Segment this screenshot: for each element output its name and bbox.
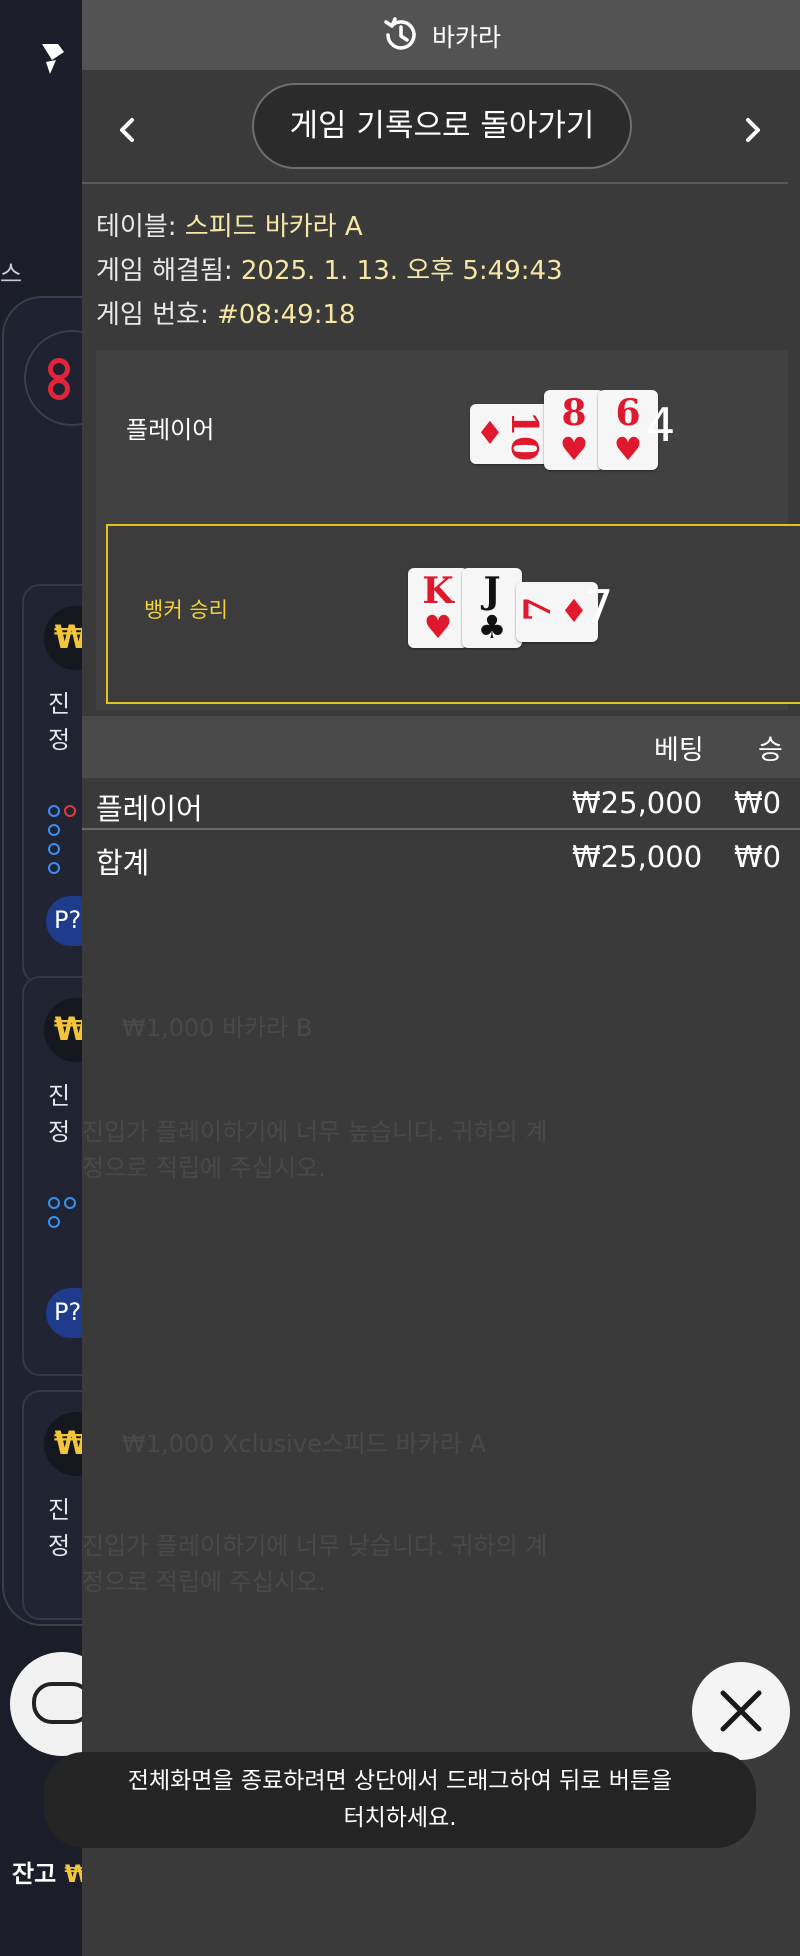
bet-row-win: ₩0 [734,786,782,820]
back-to-history-button[interactable]: 게임 기록으로 돌아가기 [252,83,632,169]
fullscreen-hint-toast: 전체화면을 종료하려면 상단에서 드래그하여 뒤로 버튼을 터치하세요. [44,1752,756,1848]
game-history-detail-panel: 바카라 게임 기록으로 돌아가기 테이블: 스피드 바카라 A 게임 해결됨: … [82,0,800,1956]
player-card-1: ♦ 10 [470,404,552,464]
resolved-time-info: 게임 해결됨: 2025. 1. 13. 오후 5:49:43 [96,256,563,286]
bet-row-amount: ₩25,000 [572,786,703,820]
roadmap-ring-icon [48,378,70,400]
ghost-text: 진입가 플레이하기에 너무 낮습니다. 귀하의 계 [82,1532,548,1560]
ghost-text: 진입가 플레이하기에 너무 높습니다. 귀하의 계 [82,1118,548,1146]
player-hand-label: 플레이어 [126,416,215,444]
bet-row-label: 합계 [96,846,150,880]
ghost-text: 정으로 적립에 주십시오. [82,1568,326,1596]
ghost-text: ₩1,000 바카라 B [122,1014,313,1042]
divider [82,182,788,184]
close-button[interactable] [692,1662,790,1760]
background-nav-label: 스 [0,260,23,288]
table-card-message: 진 정 [48,690,71,754]
bet-column-header: 베팅 [654,735,704,766]
table-name-info: 테이블: 스피드 바카라 A [96,212,363,242]
roadmap-ring-icon [48,358,70,380]
bet-row-player: 플레이어 ₩25,000 ₩0 [82,780,800,834]
bet-table-header: 베팅 승 [82,716,800,778]
banker-card-1: K ♥ [408,568,468,648]
close-icon [720,1690,762,1732]
player-card-2: 8 ♥ [544,390,604,470]
history-icon [384,17,416,50]
table-card-message: 진 정 [48,1496,71,1560]
panel-title: 바카라 [432,23,502,52]
previous-game-chevron-icon[interactable] [112,110,142,150]
game-number-info: 게임 번호: #08:49:18 [96,300,356,330]
bet-row-label: 플레이어 [96,792,203,826]
ghost-text: ₩1,000 Xclusive스피드 바카라 A [122,1430,486,1458]
table-card-message: 진 정 [48,1082,71,1146]
banker-win-label: 뱅커 승리 [144,598,228,622]
player-score: 4 [646,398,676,452]
next-game-chevron-icon[interactable] [738,110,768,150]
bet-row-total: 합계 ₩25,000 ₩0 [82,834,800,888]
title-bar: 바카라 [82,0,800,70]
banker-score: 7 [584,580,614,634]
divider [82,828,800,830]
ghost-text: 정으로 적립에 주십시오. [82,1154,326,1182]
game-result-area: 플레이어 ♦ 10 8 ♥ 6 ♥ 4 뱅커 승리 K ♥ J ♣ 7 ♦ 7 [96,350,800,710]
bet-row-amount: ₩25,000 [572,840,703,874]
bet-row-win: ₩0 [734,840,782,874]
brand-logo-icon [42,44,64,74]
win-column-header: 승 [758,735,783,766]
banker-winner-box: 뱅커 승리 K ♥ J ♣ 7 ♦ 7 [106,524,800,704]
banker-card-2: J ♣ [462,568,522,648]
